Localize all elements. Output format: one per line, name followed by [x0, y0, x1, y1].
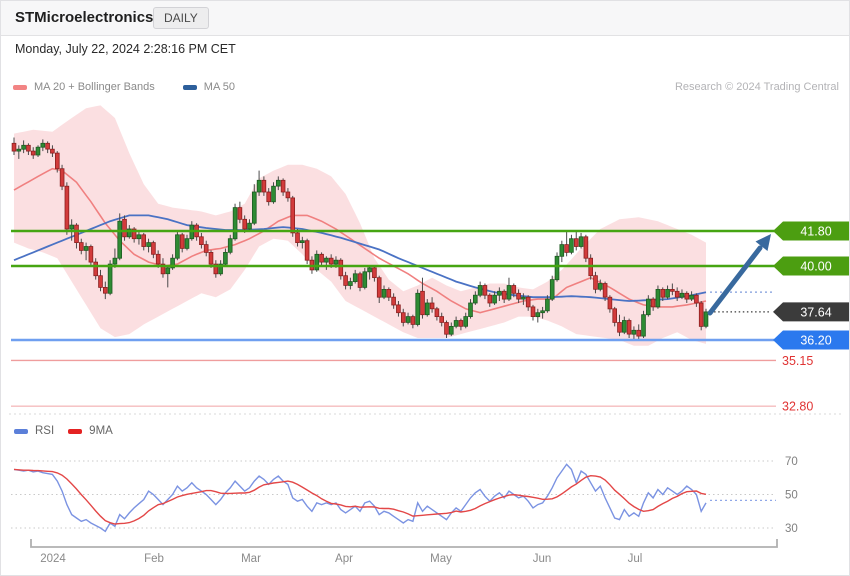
minor-level-lines — [11, 360, 776, 406]
svg-text:May: May — [430, 553, 452, 565]
svg-text:Jul: Jul — [628, 553, 643, 565]
svg-text:41.80: 41.80 — [800, 225, 831, 239]
svg-text:70: 70 — [785, 456, 798, 468]
svg-text:30: 30 — [785, 523, 798, 535]
svg-text:Jun: Jun — [533, 553, 552, 565]
bullish-arrow-icon — [710, 234, 771, 313]
svg-text:Mar: Mar — [241, 553, 261, 565]
time-axis: 2024 Feb Mar Apr May Jun Jul — [31, 539, 777, 565]
svg-text:Apr: Apr — [335, 553, 353, 565]
price-tag-37.64: 37.64 — [773, 302, 849, 321]
projection-arrow-and-dotted-lines — [710, 234, 773, 313]
svg-text:32.80: 32.80 — [782, 400, 813, 414]
price-tag-36.20: 36.20 — [773, 331, 849, 350]
price-axis-tags: 41.80 40.00 37.64 36.20 35.15 32.80 — [773, 222, 849, 414]
svg-text:2024: 2024 — [40, 553, 66, 565]
svg-text:50: 50 — [785, 490, 798, 502]
price-chart-canvas[interactable]: 41.80 40.00 37.64 36.20 35.15 32.80 70 50 30 20… — [1, 1, 850, 576]
rsi-indicator-panel: 70 50 30 — [11, 456, 798, 535]
price-tag-40.00: 40.00 — [773, 257, 849, 276]
trading-central-chart-page: STMicroelectronics DAILY Monday, July 22… — [0, 0, 850, 576]
svg-text:35.15: 35.15 — [782, 354, 813, 368]
svg-text:Feb: Feb — [144, 553, 164, 565]
svg-text:40.00: 40.00 — [800, 260, 831, 274]
svg-text:36.20: 36.20 — [800, 334, 831, 348]
svg-text:37.64: 37.64 — [800, 305, 831, 319]
price-tag-41.80: 41.80 — [773, 222, 849, 241]
